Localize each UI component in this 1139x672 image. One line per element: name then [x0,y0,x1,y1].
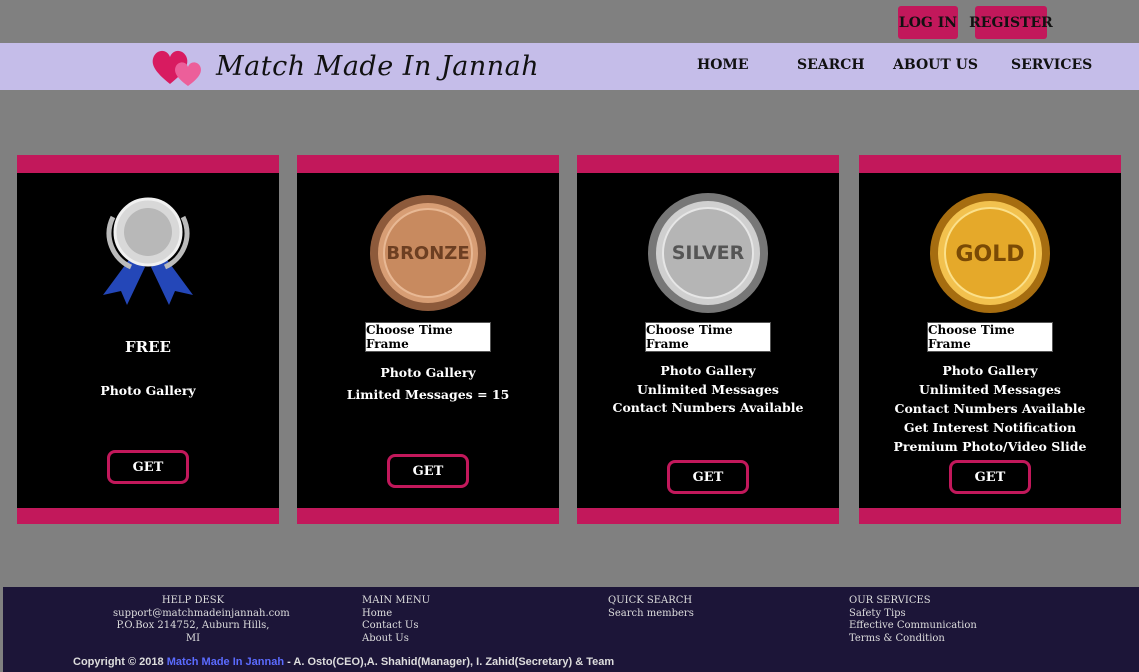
help-desk-email[interactable]: support@matchmadeinjannah.com [113,608,290,621]
hearts-logo-icon [152,50,201,86]
medal-label: GOLD [955,242,1024,267]
nav-services[interactable]: SERVICES [1011,57,1092,73]
plan-card-silver: SILVER Choose Time Frame Photo Gallery U… [577,155,839,524]
get-gold-button[interactable]: GET [949,460,1031,494]
footer-link-effective-communication[interactable]: Effective Communication [849,620,977,633]
plan-feature: Contact Numbers Available [612,400,804,415]
footer-link-about[interactable]: About Us [362,633,430,646]
footer-link-search-members[interactable]: Search members [608,608,694,621]
login-button[interactable]: LOG IN [898,6,958,39]
card-bottom-bar [297,508,559,524]
plan-feature: Photo Gallery [380,365,476,380]
footer-link-home[interactable]: Home [362,608,430,621]
plan-feature: Unlimited Messages [637,382,779,397]
plan-feature: Premium Photo/Video Slide [893,439,1087,454]
copyright-bar: Copyright © 2018 Match Made In Jannah - … [3,645,1139,672]
copyright-prefix: Copyright © 2018 [73,656,164,668]
nav-about-us[interactable]: ABOUT US [893,57,978,73]
medal-label: BRONZE [386,243,469,264]
quick-search: QUICK SEARCH Search members [608,595,694,620]
medal-label: SILVER [672,242,745,264]
help-desk: HELP DESK support@matchmadeinjannah.com … [113,595,290,645]
main-menu: MAIN MENU Home Contact Us About Us [362,595,430,645]
plan-name: FREE [125,338,171,356]
footer-link-terms[interactable]: Terms & Condition [849,633,977,646]
copyright-text: Copyright © 2018 Match Made In Jannah - … [73,656,614,668]
card-top-bar [577,155,839,173]
card-bottom-bar [577,508,839,524]
time-frame-select[interactable]: Choose Time Frame [927,322,1053,352]
plan-feature: Get Interest Notification [903,420,1077,435]
help-desk-title: HELP DESK [161,595,225,606]
get-free-button[interactable]: GET [107,450,189,484]
get-bronze-button[interactable]: GET [387,454,469,488]
footer-link-safety-tips[interactable]: Safety Tips [849,608,977,621]
plan-feature: Limited Messages = 15 [346,387,510,402]
copyright-brand[interactable]: Match Made In Jannah [167,656,284,668]
nav-home[interactable]: HOME [697,57,749,73]
footer: HELP DESK support@matchmadeinjannah.com … [3,587,1139,645]
card-top-bar [297,155,559,173]
logo-text: Match Made In Jannah [216,51,540,82]
silver-medal-icon: SILVER [648,193,768,313]
quick-search-title: QUICK SEARCH [608,595,693,606]
register-button[interactable]: REGISTER [969,6,1053,39]
plan-card-gold: GOLD Choose Time Frame Photo Gallery Unl… [859,155,1121,524]
main-menu-title: MAIN MENU [362,595,431,606]
plan-feature: Photo Gallery [660,363,756,378]
plan-card-bronze: BRONZE Choose Time Frame Photo Gallery L… [297,155,559,524]
card-top-bar [17,155,279,173]
help-desk-address: P.O.Box 214752, Auburn Hills, MI [116,620,270,644]
gold-medal-icon: GOLD [930,193,1050,313]
nav-search[interactable]: SEARCH [797,57,865,73]
card-bottom-bar [859,508,1121,524]
plan-card-free: FREE Photo Gallery GET [17,155,279,524]
our-services: OUR SERVICES Safety Tips Effective Commu… [849,595,977,645]
get-silver-button[interactable]: GET [667,460,749,494]
plan-feature: Contact Numbers Available [894,401,1086,416]
plan-feature: Photo Gallery [100,383,196,398]
card-top-bar [859,155,1121,173]
logo[interactable]: Match Made In Jannah [150,43,539,90]
card-bottom-bar [17,508,279,524]
award-ribbon-icon [103,197,193,305]
time-frame-select[interactable]: Choose Time Frame [365,322,491,352]
plan-feature: Unlimited Messages [919,382,1061,397]
navbar: Match Made In Jannah HOME SEARCH ABOUT U… [0,43,1139,90]
copyright-suffix: - A. Osto(CEO),A. Shahid(Manager), I. Za… [287,656,615,668]
plan-feature: Photo Gallery [942,363,1038,378]
our-services-title: OUR SERVICES [849,595,931,606]
footer-link-contact[interactable]: Contact Us [362,620,430,633]
bronze-medal-icon: BRONZE [370,195,486,311]
time-frame-select[interactable]: Choose Time Frame [645,322,771,352]
